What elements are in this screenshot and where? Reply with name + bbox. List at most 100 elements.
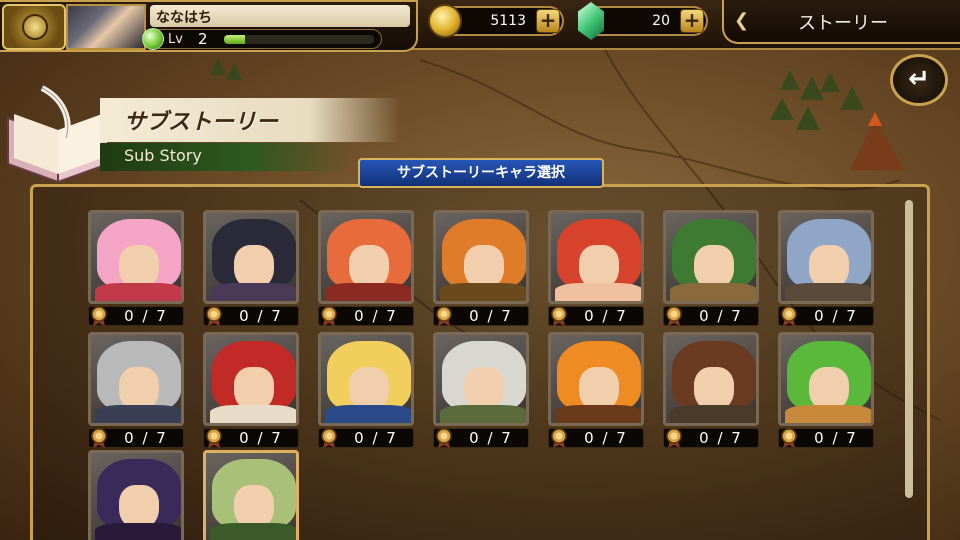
add-coins-button[interactable]: + (536, 9, 560, 33)
story-progress: 0 / 7 (433, 428, 529, 448)
character-outfit (95, 283, 181, 301)
character-card[interactable]: 0 / 7 (663, 210, 759, 326)
character-card[interactable]: 0 / 7 (548, 332, 644, 448)
medal-icon (91, 306, 107, 326)
story-progress-count: 0 / 7 (239, 429, 283, 447)
return-arrow-icon: ↵ (908, 64, 930, 94)
medal-icon (321, 428, 337, 448)
story-progress: 0 / 7 (663, 306, 759, 326)
story-progress: 0 / 7 (203, 428, 299, 448)
player-avatar[interactable] (66, 4, 146, 50)
story-progress: 0 / 7 (318, 306, 414, 326)
character-card[interactable]: 0 / 7 (433, 332, 529, 448)
character-portrait (203, 210, 299, 304)
medal-icon (206, 306, 222, 326)
character-card[interactable]: 0 / 7 (88, 210, 184, 326)
character-outfit (440, 405, 526, 423)
gem-counter: 20 + (578, 2, 708, 40)
story-progress-count: 0 / 7 (814, 307, 858, 325)
medal-icon (666, 428, 682, 448)
story-progress-count: 0 / 7 (469, 307, 513, 325)
character-portrait (203, 450, 299, 540)
story-progress: 0 / 7 (318, 428, 414, 448)
character-outfit (210, 523, 296, 540)
character-outfit (555, 283, 641, 301)
character-card[interactable] (88, 450, 184, 540)
guild-emblem-icon (2, 4, 66, 50)
player-name: ななはち (150, 5, 410, 27)
character-portrait (548, 210, 644, 304)
story-label: ストーリー (798, 13, 888, 34)
character-outfit (210, 283, 296, 301)
character-outfit (670, 405, 756, 423)
character-portrait (433, 210, 529, 304)
story-menu-button[interactable]: ❮ ストーリー (722, 0, 960, 44)
story-progress: 0 / 7 (203, 306, 299, 326)
character-card[interactable]: 0 / 7 (778, 210, 874, 326)
story-progress-count: 0 / 7 (584, 307, 628, 325)
story-progress: 0 / 7 (778, 306, 874, 326)
back-button[interactable]: ↵ (890, 54, 948, 106)
chevron-left-icon: ❮ (734, 10, 750, 31)
story-progress: 0 / 7 (778, 428, 874, 448)
level-label: Lv (168, 32, 183, 47)
story-progress: 0 / 7 (433, 306, 529, 326)
character-portrait (433, 332, 529, 426)
story-progress-count: 0 / 7 (469, 429, 513, 447)
story-progress-count: 0 / 7 (124, 307, 168, 325)
character-card[interactable]: 0 / 7 (88, 332, 184, 448)
coin-icon (428, 4, 462, 38)
scrollbar[interactable] (905, 200, 913, 498)
story-progress-count: 0 / 7 (814, 429, 858, 447)
story-progress-count: 0 / 7 (239, 307, 283, 325)
story-progress: 0 / 7 (663, 428, 759, 448)
story-progress-count: 0 / 7 (699, 429, 743, 447)
add-gems-button[interactable]: + (680, 9, 704, 33)
story-progress-count: 0 / 7 (354, 307, 398, 325)
medal-icon (206, 428, 222, 448)
medal-icon (436, 306, 452, 326)
medal-icon (551, 428, 567, 448)
character-card[interactable]: 0 / 7 (318, 332, 414, 448)
story-progress-count: 0 / 7 (699, 307, 743, 325)
exp-bar (224, 35, 374, 44)
character-card[interactable]: 0 / 7 (778, 332, 874, 448)
character-outfit (95, 523, 181, 540)
character-card[interactable]: 0 / 7 (663, 332, 759, 448)
character-select-label: サブストーリーキャラ選択 (358, 158, 604, 188)
character-outfit (325, 283, 411, 301)
character-outfit (785, 283, 871, 301)
exp-fill (224, 35, 245, 44)
character-card[interactable] (203, 450, 299, 540)
medal-icon (551, 306, 567, 326)
level-value: 2 (198, 30, 208, 48)
open-book-icon (2, 78, 114, 186)
character-outfit (440, 283, 526, 301)
character-portrait (203, 332, 299, 426)
character-portrait (663, 210, 759, 304)
character-card[interactable]: 0 / 7 (203, 210, 299, 326)
character-card[interactable]: 0 / 7 (433, 210, 529, 326)
character-outfit (785, 405, 871, 423)
medal-icon (321, 306, 337, 326)
story-progress: 0 / 7 (88, 428, 184, 448)
story-progress-count: 0 / 7 (584, 429, 628, 447)
character-card[interactable]: 0 / 7 (318, 210, 414, 326)
medal-icon (91, 428, 107, 448)
story-progress: 0 / 7 (548, 306, 644, 326)
character-portrait (88, 332, 184, 426)
story-progress-count: 0 / 7 (354, 429, 398, 447)
character-portrait (548, 332, 644, 426)
character-card[interactable]: 0 / 7 (203, 332, 299, 448)
character-portrait (318, 210, 414, 304)
player-panel[interactable]: ななはち Lv 2 (0, 0, 418, 52)
medal-icon (666, 306, 682, 326)
medal-icon (781, 428, 797, 448)
character-outfit (325, 405, 411, 423)
character-outfit (210, 405, 296, 423)
character-card[interactable]: 0 / 7 (548, 210, 644, 326)
character-outfit (670, 283, 756, 301)
medal-icon (781, 306, 797, 326)
character-portrait (88, 210, 184, 304)
character-portrait (778, 210, 874, 304)
